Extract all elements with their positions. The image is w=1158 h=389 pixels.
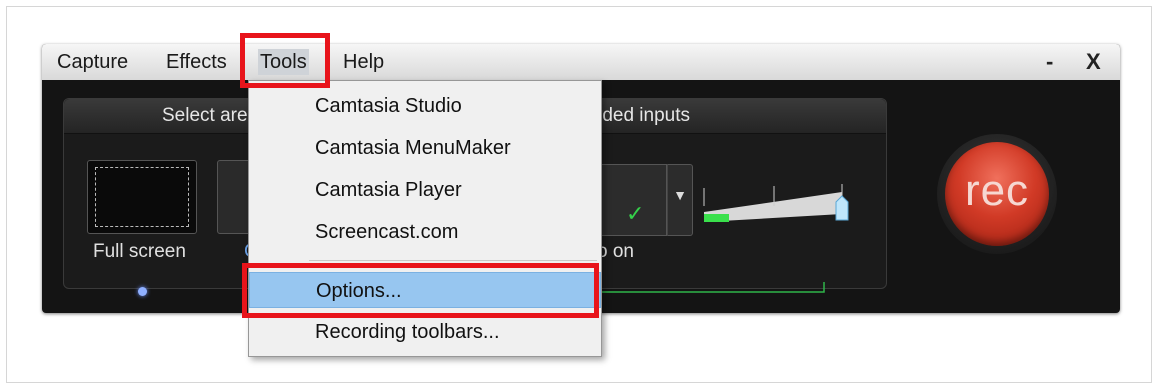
recorded-inputs-header: rded inputs — [596, 105, 691, 126]
menu-separator — [309, 260, 597, 261]
rec-label: rec — [964, 166, 1030, 215]
audio-on-label: o on — [597, 241, 634, 262]
full-screen-label: Full screen — [93, 241, 186, 262]
rec-button[interactable]: rec — [945, 142, 1049, 246]
select-area-header: Select are — [162, 105, 248, 126]
volume-level-fill — [704, 214, 729, 222]
volume-slider-thumb[interactable] — [835, 195, 849, 221]
audio-check-icon: ✓ — [626, 201, 645, 226]
menu-item-recording-toolbars[interactable]: Recording toolbars... — [249, 314, 601, 350]
tools-highlight-box — [240, 33, 330, 88]
menu-bar: Capture Effects Tools Help - X — [42, 44, 1120, 80]
audio-volume-slider[interactable] — [702, 182, 862, 242]
rec-button-ring: rec — [937, 134, 1057, 254]
menu-effects[interactable]: Effects — [164, 49, 229, 75]
audio-dropdown-button[interactable]: ▼ — [667, 164, 693, 236]
menu-item-screencast[interactable]: Screencast.com — [249, 214, 601, 250]
minimize-button[interactable]: - — [1046, 48, 1053, 76]
full-screen-icon — [95, 167, 189, 227]
options-highlight-box — [242, 263, 599, 318]
full-screen-indicator-dot — [138, 287, 147, 296]
full-screen-button[interactable] — [87, 160, 197, 234]
close-button[interactable]: X — [1086, 48, 1101, 76]
menu-help[interactable]: Help — [341, 49, 386, 75]
menu-capture[interactable]: Capture — [55, 49, 130, 75]
menu-item-camtasia-menumaker[interactable]: Camtasia MenuMaker — [249, 130, 601, 166]
menu-item-camtasia-studio[interactable]: Camtasia Studio — [249, 88, 601, 124]
audio-level-line — [596, 282, 825, 293]
audio-input-button[interactable]: ✓ — [597, 164, 667, 236]
menu-item-camtasia-player[interactable]: Camtasia Player — [249, 172, 601, 208]
